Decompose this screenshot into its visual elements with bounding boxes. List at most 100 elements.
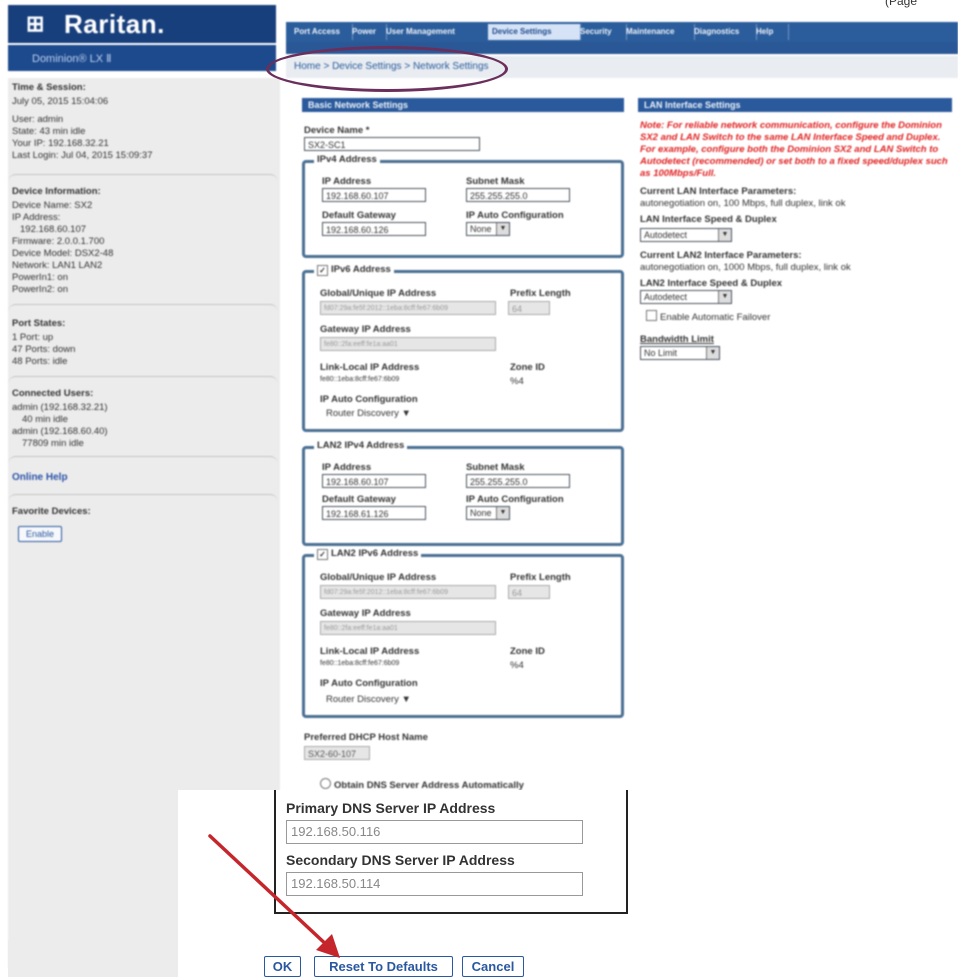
device-bar-label: Dominion® LX Ⅱ [32,53,112,65]
lan2-ipv6-auto-config-label: IP Auto Configuration [320,678,418,689]
sidebar-line: Device Name: SX2 [12,200,93,211]
enable-favorites-button[interactable]: Enable [18,526,62,542]
lan2-ipv6-global-input[interactable]: fd07:29a:fe5f:2012::1eba:8cff:fe67:6b09 [320,585,496,599]
ipv6-legend: ✓ IPv6 Address [314,264,394,276]
sidebar-heading: Connected Users: [12,388,94,399]
failover-checkbox[interactable] [646,310,657,321]
lan2-auto-config-select[interactable]: None ▼ [466,506,510,520]
lan2-ipv6-gateway-input[interactable]: fe80::2fa:eeff:fe1a:aa01 [320,621,496,635]
cancel-button[interactable]: Cancel [462,956,524,977]
lan-speed-select[interactable]: Autodetect ▼ [640,228,732,242]
sidebar-line: State: 43 min idle [12,126,86,137]
tab-diagnostics[interactable]: Diagnostics [690,24,757,40]
tab-device-settings[interactable]: Device Settings [488,24,581,40]
lan2-speed-label: LAN2 Interface Speed & Duplex [640,278,783,289]
current-lan-value: autonegotiation on, 100 Mbps, full duple… [640,198,846,209]
sidebar-line: 40 min idle [22,414,68,425]
sidebar-line: Network: LAN1 LAN2 [12,260,103,271]
ipv6-legend-label: IPv6 Address [331,264,391,275]
lan2-ipv6-auto-config-select[interactable]: Router Discovery ▼ [326,694,411,705]
sidebar-line: PowerIn1: on [12,272,68,283]
dns-auto-radio[interactable] [320,778,331,789]
sidebar-heading: Port States: [12,318,66,329]
primary-dns-label: Primary DNS Server IP Address [286,800,496,816]
lan2-subnet-mask-input[interactable]: 255.255.255.0 [466,474,570,488]
sidebar-connected-users: Connected Users: admin (192.168.32.21) 4… [8,388,278,450]
lan-speed-label: LAN Interface Speed & Duplex [640,214,777,225]
current-lan2-value: autonegotiation on, 1000 Mbps, full dupl… [640,262,851,273]
ok-button[interactable]: OK [264,956,301,977]
lan2-ipv6-gateway-label: Gateway IP Address [320,608,411,619]
sidebar-line: Device Model: DSX2-48 [12,248,114,259]
lan2-ipv6-prefix-label: Prefix Length [510,572,571,583]
sidebar-line: admin (192.168.60.40) [12,426,108,437]
ipv6-global-label: Global/Unique IP Address [320,288,437,299]
lan2-ipv6-checkbox[interactable]: ✓ [317,549,328,560]
sidebar-port-states: Port States: 1 Port: up 47 Ports: down 4… [8,318,278,368]
bandwidth-limit-select[interactable]: No Limit ▼ [640,346,720,360]
ipv6-gateway-input[interactable]: fe80::2fa:eeff:fe1a:aa01 [320,337,496,351]
sidebar-line: 192.168.60.107 [20,224,87,235]
lan-note: Note: For reliable network communication… [640,120,948,179]
ipv6-prefix-input[interactable]: 64 [508,301,550,315]
lan2-ip-input[interactable]: 192.168.60.107 [322,474,426,488]
sidebar-line: admin (192.168.32.21) [12,402,108,413]
tab-maintenance[interactable]: Maintenance [622,24,695,40]
online-help-link[interactable]: Online Help [12,472,68,483]
select-value: Router Discovery [326,408,399,419]
tab-security[interactable]: Security [576,24,627,40]
dns-zoom-panel: Primary DNS Server IP Address 192.168.50… [178,790,628,977]
ipv6-auto-config-select[interactable]: Router Discovery ▼ [326,408,411,419]
ipv4-subnet-mask-input[interactable]: 255.255.255.0 [466,188,570,202]
chevron-down-icon: ▼ [718,291,731,303]
device-name-input[interactable]: SX2-SC1 [304,137,480,151]
ipv6-gateway-label: Gateway IP Address [320,324,411,335]
sidebar-divider [8,304,278,313]
failover-option[interactable]: Enable Automatic Failover [646,310,770,323]
select-value: None [470,224,492,234]
ipv4-gateway-input[interactable]: 192.168.60.126 [322,222,426,236]
ipv6-global-input[interactable]: fd07:29a:fe5f:2012::1eba:8cff:fe67:6b09 [320,301,496,315]
tab-port-access[interactable]: Port Access [290,24,353,40]
sidebar-divider [8,494,278,503]
sidebar-line: Last Login: Jul 04, 2015 15:09:37 [12,150,153,161]
lan2-ipv6-zone-label: Zone ID [510,646,545,657]
lan2-ipv6-global-label: Global/Unique IP Address [320,572,437,583]
lan2-gateway-input[interactable]: 192.168.61.126 [322,506,426,520]
corner-page-label: (Page [885,0,918,8]
sidebar-favorites: Favorite Devices: [8,506,278,520]
sidebar-line: July 05, 2015 15:04:06 [12,96,109,107]
brand-name: Raritan. [64,9,165,39]
current-lan2-label: Current LAN2 Interface Parameters: [640,250,802,261]
secondary-dns-input[interactable]: 192.168.50.114 [286,872,583,896]
ipv6-auto-config-label: IP Auto Configuration [320,394,418,405]
select-value: None [470,508,492,518]
ipv6-checkbox[interactable]: ✓ [317,265,328,276]
secondary-dns-label: Secondary DNS Server IP Address [286,852,515,868]
sidebar-line: PowerIn2: on [12,284,68,295]
lan2-ipv6-zone-value: %4 [510,660,524,671]
device-name-label: Device Name * [304,125,370,136]
lan2-ipv6-prefix-input[interactable]: 64 [508,585,550,599]
lan2-auto-config-label: IP Auto Configuration [466,494,564,505]
sidebar-line: IP Address: [12,212,61,223]
select-value: Router Discovery [326,694,399,705]
tab-help[interactable]: Help [752,24,789,40]
select-value: No Limit [644,348,678,358]
primary-dns-input[interactable]: 192.168.50.116 [286,820,583,844]
select-value: Autodetect [644,230,688,240]
lan2-speed-select[interactable]: Autodetect ▼ [640,290,732,304]
ipv4-auto-config-label: IP Auto Configuration [466,210,564,221]
ipv4-auto-config-select[interactable]: None ▼ [466,222,510,236]
sidebar-line: 47 Ports: down [12,344,76,355]
ipv4-ip-input[interactable]: 192.168.60.107 [322,188,426,202]
lan2-ipv6-legend-label: LAN2 IPv6 Address [331,548,419,559]
tab-user-management[interactable]: User Management [382,24,491,40]
sidebar-divider [8,456,278,465]
chevron-down-icon: ▼ [718,229,731,241]
reset-to-defaults-button[interactable]: Reset To Defaults [314,956,453,977]
sidebar-divider [8,376,278,385]
dhcp-host-name-input[interactable]: SX2-60-107 [304,746,370,760]
ipv4-group [302,160,624,258]
sidebar-line: 48 Ports: idle [12,356,68,367]
